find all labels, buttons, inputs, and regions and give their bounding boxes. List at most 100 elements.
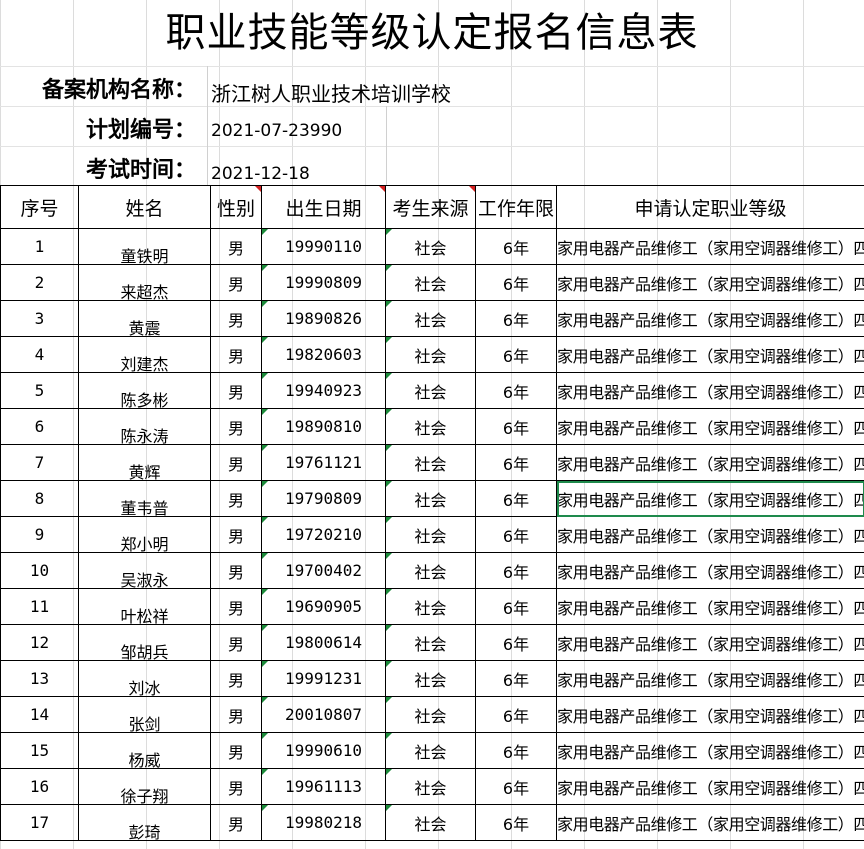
cell-name[interactable]: 黄辉 [78, 444, 211, 481]
cell-number[interactable]: 11 [0, 588, 79, 625]
cell-dob[interactable]: 19700402 [261, 552, 386, 589]
cell-dob[interactable]: 19961113 [261, 768, 386, 805]
plan-number-value[interactable]: 2021-07-23990 [211, 121, 342, 141]
col-header-years[interactable]: 工作年限 [475, 185, 557, 229]
exam-time-value[interactable]: 2021-12-18 [211, 164, 310, 184]
cell-name[interactable]: 邹胡兵 [78, 624, 211, 661]
cell-source[interactable]: 社会 [385, 588, 476, 625]
cell-source[interactable]: 社会 [385, 480, 476, 517]
cell-years[interactable]: 6年 [475, 624, 557, 661]
cell-number[interactable]: 2 [0, 264, 79, 301]
cell-gender[interactable]: 男 [210, 696, 262, 733]
cell-source[interactable]: 社会 [385, 408, 476, 445]
col-header-dob[interactable]: 出生日期 [261, 185, 386, 229]
cell-occupation[interactable]: 家用电器产品维修工（家用空调器维修工）四级 [556, 552, 864, 589]
cell-years[interactable]: 6年 [475, 732, 557, 769]
cell-dob[interactable]: 19761121 [261, 444, 386, 481]
cell-source[interactable]: 社会 [385, 768, 476, 805]
cell-dob[interactable]: 19890826 [261, 300, 386, 337]
cell-name[interactable]: 郑小明 [78, 516, 211, 553]
cell-occupation[interactable]: 家用电器产品维修工（家用空调器维修工）四级 [556, 732, 864, 769]
form-title[interactable]: 职业技能等级认定报名信息表 [0, 0, 864, 67]
cell-number[interactable]: 17 [0, 804, 79, 841]
cell-name[interactable]: 叶松祥 [78, 588, 211, 625]
meta-row-plan[interactable]: 计划编号： 2021-07-23990 [0, 106, 864, 147]
cell-name[interactable]: 刘冰 [78, 660, 211, 697]
meta-row-exam[interactable]: 考试时间： 2021-12-18 [0, 146, 864, 185]
cell-source[interactable]: 社会 [385, 444, 476, 481]
cell-source[interactable]: 社会 [385, 804, 476, 841]
col-header-gender[interactable]: 性别 [210, 185, 262, 229]
cell-source[interactable]: 社会 [385, 624, 476, 661]
cell-source[interactable]: 社会 [385, 516, 476, 553]
cell-gender[interactable]: 男 [210, 804, 262, 841]
spreadsheet[interactable]: 职业技能等级认定报名信息表 备案机构名称： 浙江树人职业技术培训学校 计划编号：… [0, 0, 864, 849]
cell-dob[interactable]: 19790809 [261, 480, 386, 517]
cell-occupation[interactable]: 家用电器产品维修工（家用空调器维修工）四级 [556, 372, 864, 409]
cell-name[interactable]: 吴淑永 [78, 552, 211, 589]
cell-years[interactable]: 6年 [475, 768, 557, 805]
cell-name[interactable]: 董韦普 [78, 480, 211, 517]
cell-gender[interactable]: 男 [210, 552, 262, 589]
cell-occupation[interactable]: 家用电器产品维修工（家用空调器维修工）四级 [556, 336, 864, 373]
cell-name[interactable]: 徐子翔 [78, 768, 211, 805]
cell-dob[interactable]: 19720210 [261, 516, 386, 553]
col-header-source[interactable]: 考生来源 [385, 185, 476, 229]
cell-name[interactable]: 来超杰 [78, 264, 211, 301]
cell-occupation[interactable]: 家用电器产品维修工（家用空调器维修工）四级 [556, 408, 864, 445]
cell-number[interactable]: 3 [0, 300, 79, 337]
cell-gender[interactable]: 男 [210, 300, 262, 337]
cell-source[interactable]: 社会 [385, 264, 476, 301]
cell-gender[interactable]: 男 [210, 660, 262, 697]
meta-row-institution[interactable]: 备案机构名称： 浙江树人职业技术培训学校 [0, 66, 864, 107]
cell-dob[interactable]: 19820603 [261, 336, 386, 373]
cell-number[interactable]: 8 [0, 480, 79, 517]
cell-occupation[interactable]: 家用电器产品维修工（家用空调器维修工）四级 [556, 264, 864, 301]
cell-occupation[interactable]: 家用电器产品维修工（家用空调器维修工）四级 [556, 804, 864, 841]
cell-name[interactable]: 彭琦 [78, 804, 211, 841]
cell-years[interactable]: 6年 [475, 696, 557, 733]
cell-dob[interactable]: 19991231 [261, 660, 386, 697]
cell-name[interactable]: 杨威 [78, 732, 211, 769]
cell-number[interactable]: 16 [0, 768, 79, 805]
cell-occupation[interactable]: 家用电器产品维修工（家用空调器维修工）四级 [556, 516, 864, 553]
cell-years[interactable]: 6年 [475, 588, 557, 625]
cell-name[interactable]: 童铁明 [78, 228, 211, 265]
cell-gender[interactable]: 男 [210, 444, 262, 481]
cell-gender[interactable]: 男 [210, 408, 262, 445]
cell-source[interactable]: 社会 [385, 372, 476, 409]
cell-years[interactable]: 6年 [475, 300, 557, 337]
cell-source[interactable]: 社会 [385, 336, 476, 373]
cell-gender[interactable]: 男 [210, 264, 262, 301]
cell-number[interactable]: 4 [0, 336, 79, 373]
col-header-name[interactable]: 姓名 [78, 185, 211, 229]
cell-years[interactable]: 6年 [475, 516, 557, 553]
cell-years[interactable]: 6年 [475, 552, 557, 589]
cell-name[interactable]: 黄震 [78, 300, 211, 337]
cell-number[interactable]: 6 [0, 408, 79, 445]
cell-occupation[interactable]: 家用电器产品维修工（家用空调器维修工）四级 [556, 768, 864, 805]
cell-source[interactable]: 社会 [385, 300, 476, 337]
cell-number[interactable]: 15 [0, 732, 79, 769]
cell-dob[interactable]: 19800614 [261, 624, 386, 661]
cell-number[interactable]: 9 [0, 516, 79, 553]
cell-source[interactable]: 社会 [385, 228, 476, 265]
col-header-number[interactable]: 序号 [0, 185, 79, 229]
cell-gender[interactable]: 男 [210, 336, 262, 373]
cell-occupation[interactable]: 家用电器产品维修工（家用空调器维修工）四级 [556, 300, 864, 337]
cell-gender[interactable]: 男 [210, 372, 262, 409]
cell-number[interactable]: 14 [0, 696, 79, 733]
cell-source[interactable]: 社会 [385, 660, 476, 697]
cell-name[interactable]: 陈永涛 [78, 408, 211, 445]
cell-dob[interactable]: 19990610 [261, 732, 386, 769]
cell-name[interactable]: 刘建杰 [78, 336, 211, 373]
cell-years[interactable]: 6年 [475, 408, 557, 445]
cell-dob[interactable]: 20010807 [261, 696, 386, 733]
cell-source[interactable]: 社会 [385, 696, 476, 733]
cell-years[interactable]: 6年 [475, 660, 557, 697]
cell-dob[interactable]: 19990110 [261, 228, 386, 265]
cell-years[interactable]: 6年 [475, 228, 557, 265]
cell-number[interactable]: 5 [0, 372, 79, 409]
cell-source[interactable]: 社会 [385, 732, 476, 769]
cell-source[interactable]: 社会 [385, 552, 476, 589]
